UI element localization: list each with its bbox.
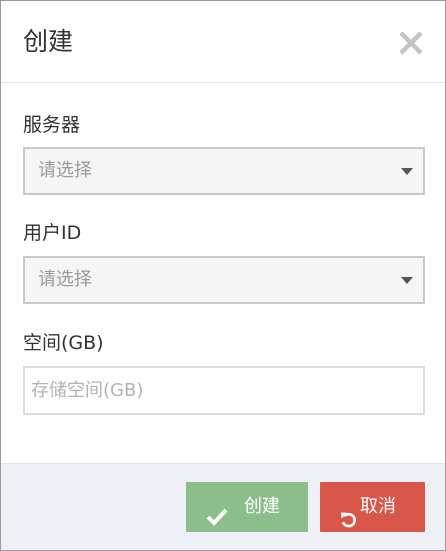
user-id-select-value: 请选择: [38, 269, 92, 290]
check-icon: [206, 497, 228, 547]
user-id-select[interactable]: 请选择: [23, 256, 425, 304]
dialog-title: 创建: [23, 27, 74, 56]
undo-icon: [340, 498, 356, 548]
create-dialog: 创建 服务器 请选择 用户ID 请选择 空间(GB) 创建: [0, 0, 446, 551]
create-button[interactable]: 创建: [186, 482, 308, 532]
server-select[interactable]: 请选择: [23, 147, 425, 195]
chevron-down-icon: [401, 168, 413, 175]
dialog-header: 创建: [1, 1, 445, 83]
user-id-label: 用户ID: [23, 222, 82, 244]
cancel-button[interactable]: 取消: [320, 482, 425, 532]
server-label: 服务器: [23, 114, 81, 136]
close-icon: [399, 31, 423, 55]
server-select-value: 请选择: [38, 160, 92, 181]
chevron-down-icon: [401, 277, 413, 284]
close-button[interactable]: [395, 27, 427, 59]
cancel-button-label: 取消: [360, 496, 396, 517]
space-label: 空间(GB): [23, 332, 104, 354]
dialog-footer: 创建 取消: [1, 463, 445, 550]
create-button-label: 创建: [244, 496, 280, 517]
space-input[interactable]: [23, 366, 425, 415]
